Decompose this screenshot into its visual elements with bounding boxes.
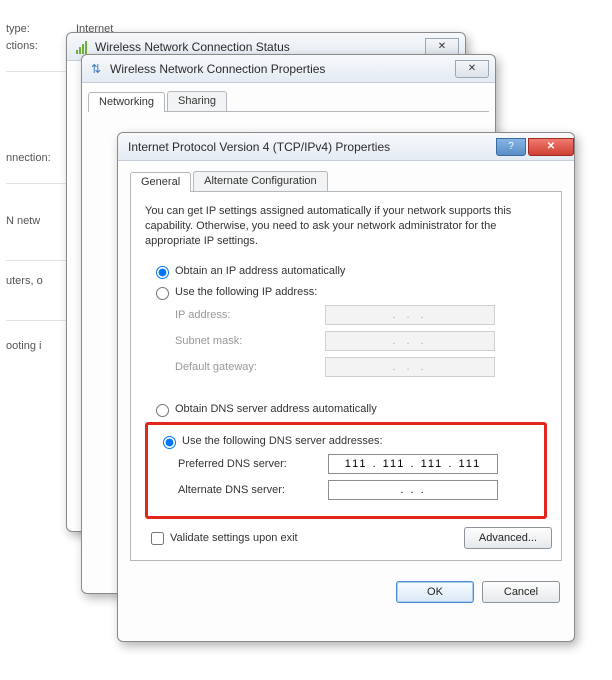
label-default-gateway: Default gateway: bbox=[175, 361, 325, 373]
input-ip-address: . . . bbox=[325, 305, 495, 325]
field-subnet-mask: Subnet mask: . . . bbox=[175, 331, 537, 351]
bg-n-netw-label: N netw bbox=[6, 215, 40, 227]
radio-dns-auto[interactable]: Obtain DNS server address automatically bbox=[151, 401, 547, 417]
radio-ip-auto[interactable]: Obtain an IP address automatically bbox=[151, 263, 547, 279]
close-button-ipv4[interactable]: ✕ bbox=[528, 138, 574, 156]
group-dns: Use the following DNS server addresses: … bbox=[145, 422, 547, 519]
help-button[interactable]: ? bbox=[496, 138, 526, 156]
field-preferred-dns: Preferred DNS server: 111 . 111 . 111 . … bbox=[178, 454, 534, 474]
window-ipv4-properties: Internet Protocol Version 4 (TCP/IPv4) P… bbox=[117, 132, 575, 642]
wifi-icon bbox=[73, 39, 89, 55]
bg-ooting-label: ooting i bbox=[6, 340, 41, 352]
title-properties: Wireless Network Connection Properties bbox=[110, 62, 325, 76]
close-button-status[interactable]: ✕ bbox=[425, 38, 459, 56]
tabstrip-properties: Networking Sharing bbox=[88, 91, 489, 112]
bg-rule-4 bbox=[6, 320, 66, 321]
bg-type-label: type: bbox=[6, 23, 30, 35]
titlebar-ipv4[interactable]: Internet Protocol Version 4 (TCP/IPv4) P… bbox=[118, 133, 574, 161]
radio-dns-auto-label: Obtain DNS server address automatically bbox=[175, 403, 377, 415]
bg-rule-2 bbox=[6, 183, 66, 184]
bg-ctions-label: ctions: bbox=[6, 40, 38, 52]
bg-nnection-label: nnection: bbox=[6, 152, 51, 164]
panel-general: You can get IP settings assigned automat… bbox=[130, 192, 562, 561]
ok-button[interactable]: OK bbox=[396, 581, 474, 603]
label-preferred-dns: Preferred DNS server: bbox=[178, 458, 328, 470]
radio-dns-manual[interactable]: Use the following DNS server addresses: bbox=[158, 433, 534, 449]
radio-ip-manual[interactable]: Use the following IP address: bbox=[151, 284, 547, 300]
radio-ip-auto-label: Obtain an IP address automatically bbox=[175, 265, 345, 277]
tab-sharing[interactable]: Sharing bbox=[167, 91, 227, 111]
bg-rule-3 bbox=[6, 260, 66, 261]
checkbox-validate[interactable]: Validate settings upon exit Advanced... bbox=[147, 529, 547, 548]
radio-ip-manual-label: Use the following IP address: bbox=[175, 286, 317, 298]
label-alternate-dns: Alternate DNS server: bbox=[178, 484, 328, 496]
dialog-button-row: OK Cancel bbox=[118, 573, 574, 617]
checkbox-validate-label: Validate settings upon exit bbox=[170, 532, 298, 544]
radio-ip-auto-input[interactable] bbox=[156, 266, 169, 279]
group-ip-fields: IP address: . . . Subnet mask: . . . Def… bbox=[145, 305, 547, 393]
advanced-button[interactable]: Advanced... bbox=[464, 527, 552, 549]
field-default-gateway: Default gateway: . . . bbox=[175, 357, 537, 377]
input-default-gateway: . . . bbox=[325, 357, 495, 377]
cancel-button[interactable]: Cancel bbox=[482, 581, 560, 603]
label-subnet-mask: Subnet mask: bbox=[175, 335, 325, 347]
tab-general[interactable]: General bbox=[130, 172, 191, 192]
title-ipv4: Internet Protocol Version 4 (TCP/IPv4) P… bbox=[128, 140, 390, 154]
radio-dns-auto-input[interactable] bbox=[156, 404, 169, 417]
label-ip-address: IP address: bbox=[175, 309, 325, 321]
radio-dns-manual-input[interactable] bbox=[163, 436, 176, 449]
bg-rule-1 bbox=[6, 71, 66, 72]
field-alternate-dns: Alternate DNS server: . . . bbox=[178, 480, 534, 500]
bg-uters-label: uters, o bbox=[6, 275, 43, 287]
tabstrip-ipv4: General Alternate Configuration bbox=[130, 171, 562, 192]
radio-dns-manual-label: Use the following DNS server addresses: bbox=[182, 435, 383, 447]
tab-alternate-configuration[interactable]: Alternate Configuration bbox=[193, 171, 328, 191]
input-subnet-mask: . . . bbox=[325, 331, 495, 351]
checkbox-validate-input[interactable] bbox=[151, 532, 164, 545]
tab-networking[interactable]: Networking bbox=[88, 92, 165, 112]
title-status: Wireless Network Connection Status bbox=[95, 40, 290, 54]
close-button-properties[interactable]: ✕ bbox=[455, 60, 489, 78]
input-preferred-dns[interactable]: 111 . 111 . 111 . 111 bbox=[328, 454, 498, 474]
field-ip-address: IP address: . . . bbox=[175, 305, 537, 325]
input-alternate-dns[interactable]: . . . bbox=[328, 480, 498, 500]
radio-ip-manual-input[interactable] bbox=[156, 287, 169, 300]
titlebar-properties[interactable]: ⇅ Wireless Network Connection Properties… bbox=[82, 55, 495, 83]
description-text: You can get IP settings assigned automat… bbox=[145, 204, 547, 249]
network-icon: ⇅ bbox=[88, 61, 104, 77]
